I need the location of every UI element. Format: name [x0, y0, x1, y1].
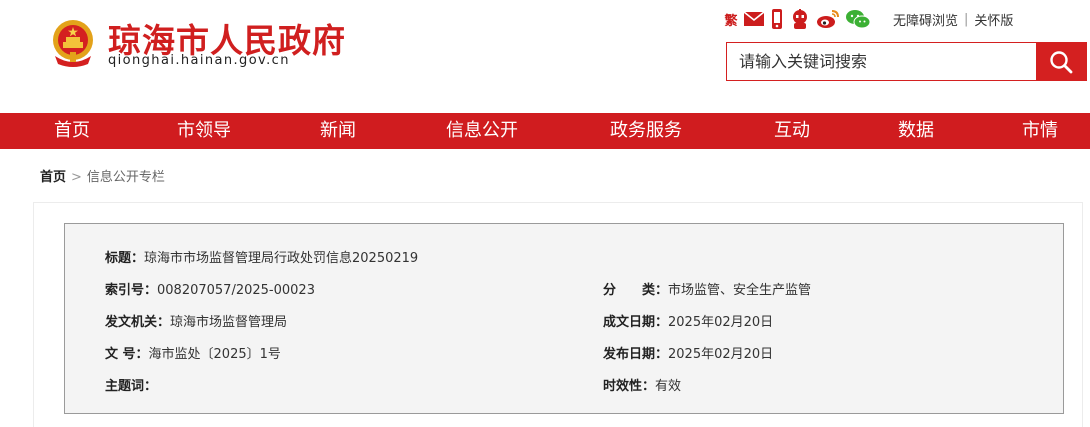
meta-category-value: 市场监管、安全生产监管	[668, 283, 812, 298]
robot-icon[interactable]	[789, 8, 811, 30]
nav-home[interactable]: 首页	[54, 113, 90, 149]
wechat-icon[interactable]	[845, 8, 871, 30]
meta-subject-row: 主题词：	[105, 375, 157, 394]
nav-data[interactable]: 数据	[898, 113, 934, 149]
meta-issuer-row: 发文机关：琼海市场监督管理局	[105, 311, 287, 330]
search-input[interactable]	[727, 43, 1036, 80]
access-links: 无障碍浏览 | 关怀版	[893, 10, 1013, 29]
meta-subject-label: 主题词：	[105, 379, 158, 394]
meta-validity-value: 有效	[655, 379, 682, 394]
meta-index-value: 008207057/2025-00023	[157, 283, 315, 298]
search-icon	[1050, 50, 1073, 73]
meta-category-label: 分 类：	[603, 283, 669, 298]
nav-leaders[interactable]: 市领导	[177, 113, 231, 149]
site-header: 琼海市人民政府 qionghai.hainan.gov.cn 繁 无障碍浏览 |…	[0, 0, 1090, 113]
meta-validity-row: 时效性：有效	[603, 375, 681, 394]
breadcrumb: 首页 > 信息公开专栏	[40, 166, 165, 185]
meta-publish-date-value: 2025年02月20日	[668, 347, 774, 362]
divider: |	[964, 12, 969, 27]
nav-info-disclosure[interactable]: 信息公开	[446, 113, 518, 149]
meta-index-row: 索引号：008207057/2025-00023	[105, 279, 315, 298]
mail-icon[interactable]	[743, 8, 765, 30]
header-tools: 繁	[724, 8, 876, 30]
traditional-chinese-toggle[interactable]: 繁	[724, 8, 738, 30]
meta-date-written-label: 成文日期：	[603, 315, 669, 330]
meta-index-label: 索引号：	[105, 283, 158, 298]
meta-date-written-row: 成文日期：2025年02月20日	[603, 311, 773, 330]
meta-doc-no-value: 海市监处〔2025〕1号	[148, 347, 281, 362]
meta-publish-date-row: 发布日期：2025年02月20日	[603, 343, 773, 362]
meta-title-label: 标题：	[105, 251, 145, 266]
nav-city-info[interactable]: 市情	[1022, 113, 1058, 149]
meta-date-written-value: 2025年02月20日	[668, 315, 774, 330]
meta-publish-date-label: 发布日期：	[603, 347, 669, 362]
main-nav: 首页 市领导 新闻 信息公开 政务服务 互动 数据 市情	[0, 113, 1090, 149]
weibo-icon[interactable]	[816, 8, 840, 30]
breadcrumb-current[interactable]: 信息公开专栏	[87, 170, 165, 185]
nav-interaction[interactable]: 互动	[774, 113, 810, 149]
meta-doc-no-row: 文 号：海市监处〔2025〕1号	[105, 343, 281, 362]
meta-title-row: 标题：琼海市市场监督管理局行政处罚信息20250219	[105, 247, 418, 266]
mobile-icon[interactable]	[770, 8, 784, 30]
nav-news[interactable]: 新闻	[320, 113, 356, 149]
search-button[interactable]	[1036, 43, 1086, 80]
breadcrumb-separator: >	[71, 170, 82, 185]
breadcrumb-home[interactable]: 首页	[40, 170, 66, 185]
nav-gov-services[interactable]: 政务服务	[610, 113, 682, 149]
meta-category-row: 分 类：市场监管、安全生产监管	[603, 279, 811, 298]
national-emblem-icon	[53, 20, 93, 67]
meta-issuer-label: 发文机关：	[105, 315, 171, 330]
meta-doc-no-label: 文 号：	[105, 347, 149, 362]
elder-mode-link[interactable]: 关怀版	[974, 10, 1013, 29]
search-box	[726, 42, 1087, 81]
meta-issuer-value: 琼海市场监督管理局	[170, 315, 288, 330]
meta-title-value: 琼海市市场监督管理局行政处罚信息20250219	[144, 251, 419, 266]
site-domain: qionghai.hainan.gov.cn	[108, 53, 290, 68]
accessibility-link[interactable]: 无障碍浏览	[893, 10, 958, 29]
meta-validity-label: 时效性：	[603, 379, 656, 394]
